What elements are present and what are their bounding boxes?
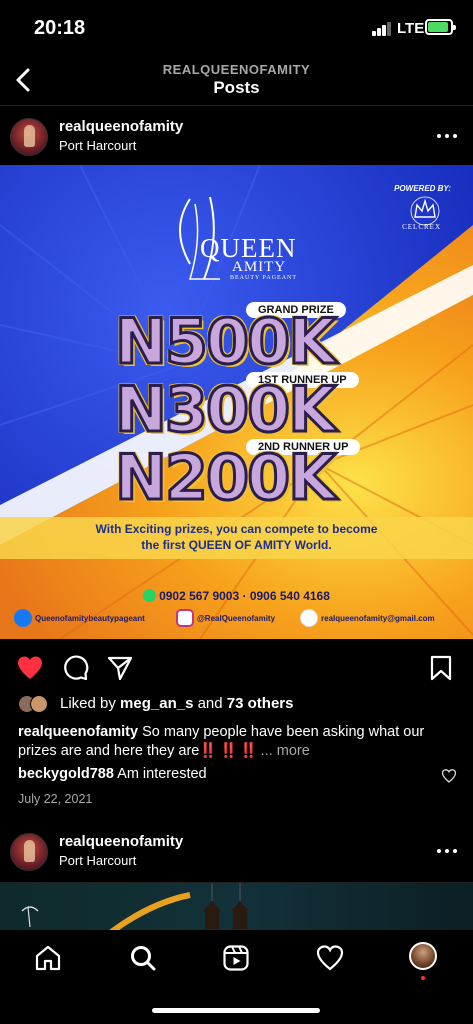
search-icon[interactable]	[129, 944, 157, 972]
comment-like-icon[interactable]	[441, 768, 457, 784]
prize-amount-second: N200K	[113, 440, 337, 516]
caption-emoji: ‼️ ‼️ ‼️	[199, 743, 257, 759]
post-username[interactable]: realqueenofamity	[59, 833, 183, 850]
posts-header: REALQUEENOFAMITY Posts	[0, 56, 473, 106]
comment-row: beckygold788 Am interested	[18, 766, 438, 782]
tagline-line-2: the first QUEEN OF AMITY World.	[141, 538, 332, 552]
signal-icon	[372, 22, 392, 36]
instagram-icon	[176, 609, 194, 627]
caption-username[interactable]: realqueenofamity	[18, 724, 138, 740]
instagram-handle: @RealQueenofamity	[176, 609, 275, 627]
instagram-text: @RealQueenofamity	[197, 613, 276, 623]
caption-ellipsis: ...	[256, 743, 277, 759]
liked-by-user[interactable]: meg_an_s	[120, 695, 193, 712]
liked-by-prefix: Liked by	[60, 695, 121, 712]
home-icon[interactable]	[34, 944, 62, 972]
network-label: LTE	[397, 20, 425, 37]
comment-text: Am interested	[113, 766, 207, 782]
social-links: Queenofamitybeautypageant @RealQueenofam…	[14, 609, 464, 629]
liked-by-count[interactable]: 73 others	[227, 695, 294, 712]
liked-by-and: and	[193, 695, 227, 712]
home-indicator[interactable]	[152, 1008, 320, 1013]
liker-avatars	[18, 695, 54, 713]
sponsor-name: CELCREX	[402, 223, 441, 231]
notification-dot	[421, 976, 425, 980]
comment-icon[interactable]	[61, 654, 89, 682]
post-location[interactable]: Port Harcourt	[59, 138, 136, 153]
facebook-handle: Queenofamitybeautypageant	[14, 609, 145, 627]
gmail-icon	[300, 609, 318, 627]
avatar[interactable]	[10, 118, 48, 156]
post-image[interactable]	[0, 882, 473, 932]
email-text: realqueenofamity@gmail.com	[321, 613, 435, 623]
status-time: 20:18	[34, 17, 86, 39]
facebook-text: Queenofamitybeautypageant	[35, 613, 145, 623]
powered-by-label: POWERED BY:	[394, 184, 451, 193]
email-handle: realqueenofamity@gmail.com	[300, 609, 435, 627]
avatar[interactable]	[10, 833, 48, 871]
brand-amity: AMITY	[232, 259, 287, 275]
heart-filled-icon[interactable]	[16, 654, 44, 682]
post-location[interactable]: Port Harcourt	[59, 853, 136, 868]
phone-numbers: 0902 567 9003 · 0906 540 4168	[0, 589, 473, 603]
liked-by[interactable]: Liked by meg_an_s and 73 others	[18, 693, 458, 715]
poster-tagline: With Exciting prizes, you can compete to…	[0, 521, 473, 553]
post-username[interactable]: realqueenofamity	[59, 118, 183, 135]
more-options-icon[interactable]	[437, 134, 457, 140]
prize-amount-grand: N500K	[113, 304, 337, 380]
share-icon[interactable]	[106, 654, 134, 682]
status-bar: 20:18 LTE	[0, 0, 473, 56]
reels-icon[interactable]	[222, 944, 250, 972]
tagline-line-1: With Exciting prizes, you can compete to…	[95, 522, 378, 536]
post-header: realqueenofamity Port Harcourt	[0, 106, 473, 166]
avatar	[30, 695, 48, 713]
page-title: Posts	[213, 78, 260, 97]
comment-username[interactable]: beckygold788	[18, 766, 114, 782]
post-caption: realqueenofamity So many people have bee…	[18, 723, 458, 761]
phone-text: 0902 567 9003 · 0906 540 4168	[159, 589, 330, 603]
caption-more-link[interactable]: more	[277, 743, 310, 759]
brand-subtitle: BEAUTY PAGEANT	[230, 275, 298, 281]
post-image[interactable]: POWERED BY: CELCREX QUEEN AMITY BEAUTY P…	[0, 165, 473, 639]
post-date: July 22, 2021	[18, 792, 93, 806]
whatsapp-icon	[143, 589, 157, 602]
profile-username-header: REALQUEENOFAMITY	[162, 62, 311, 77]
bookmark-icon[interactable]	[427, 654, 455, 682]
post-actions	[0, 648, 473, 688]
battery-icon	[425, 19, 456, 35]
prize-amount-first: N300K	[113, 372, 337, 448]
post2-image-art	[21, 883, 249, 932]
activity-heart-icon[interactable]	[316, 944, 344, 972]
facebook-icon	[14, 609, 32, 627]
post-header: realqueenofamity Port Harcourt	[0, 821, 473, 881]
profile-avatar-icon[interactable]	[409, 942, 437, 970]
liked-by-text: Liked by meg_an_s and 73 others	[60, 695, 294, 712]
more-options-icon[interactable]	[437, 849, 457, 855]
